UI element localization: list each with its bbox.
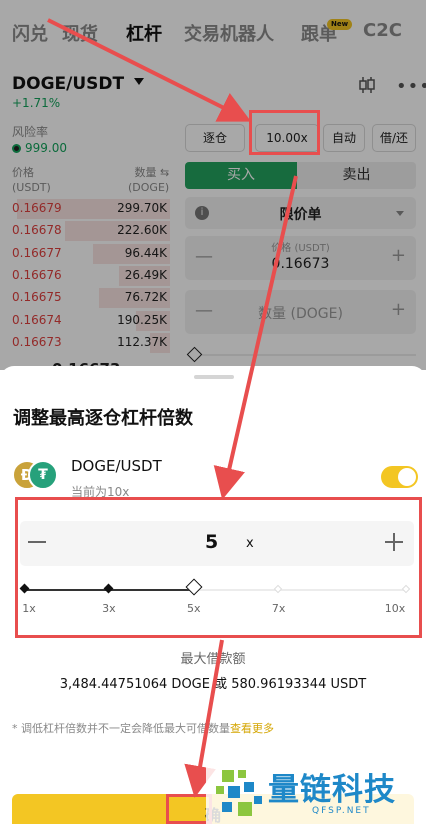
sheet-title: 调整最高逐仓杠杆倍数 xyxy=(13,408,193,429)
pair-toggle[interactable] xyxy=(381,466,418,488)
watermark-brand: 量链科技 xyxy=(268,772,396,808)
max-borrow-title: 最大借款额 xyxy=(180,652,246,667)
pair-coin-icon: Đ ₮ xyxy=(12,460,58,492)
toggle-knob xyxy=(398,468,416,486)
usdt-coin-icon: ₮ xyxy=(28,460,58,490)
leverage-note: * 调低杠杆倍数并不一定会降低最大可借数量查看更多 xyxy=(12,722,274,735)
modal-overlay[interactable] xyxy=(0,0,426,370)
sheet-pair: DOGE/USDT xyxy=(71,457,162,475)
max-borrow-value: 3,484.44751064 DOGE 或 580.96193344 USDT xyxy=(59,677,367,692)
watermark: 量链科技 QFSP.NET xyxy=(206,760,426,824)
leverage-highlight-box xyxy=(249,110,320,155)
slider-highlight-box xyxy=(15,497,422,638)
sheet-handle[interactable] xyxy=(194,375,234,379)
watermark-domain: QFSP.NET xyxy=(312,806,371,816)
watermark-logo-icon xyxy=(216,770,262,816)
learn-more-link[interactable]: 查看更多 xyxy=(230,722,274,735)
